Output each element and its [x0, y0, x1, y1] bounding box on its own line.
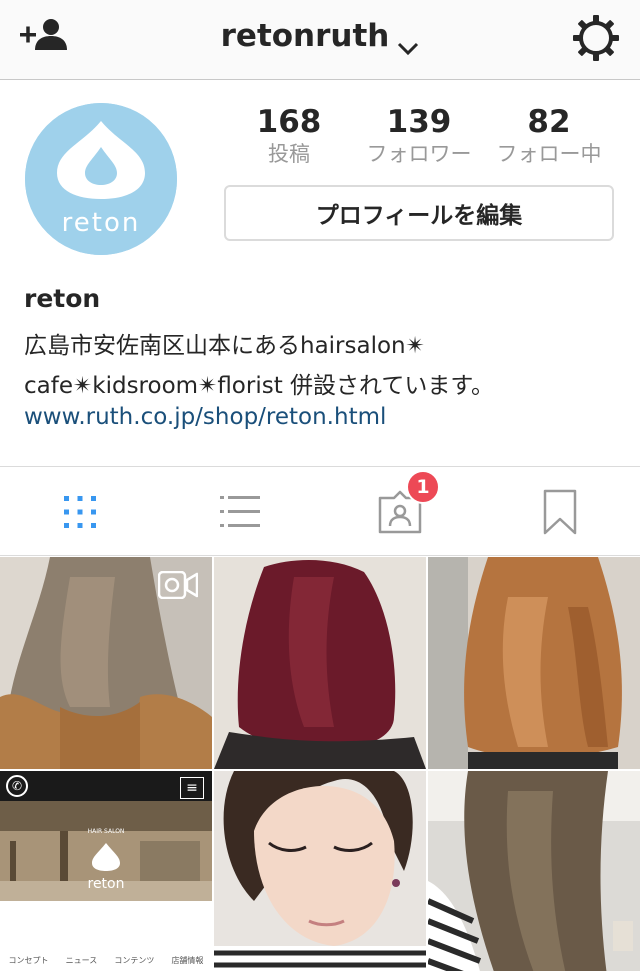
bookmark-icon	[536, 488, 584, 536]
grid-photo-5[interactable]	[214, 771, 426, 971]
grid-photo-1[interactable]	[0, 557, 212, 769]
stat-posts-count: 168	[256, 104, 322, 140]
photo-grid: HAIR SALON reton ✆ ≡ コンセプト ニュース コンテンツ 店舗…	[0, 557, 640, 971]
web-nav-item: 店舗情報	[171, 956, 204, 965]
web-nav-item: コンセプト	[8, 956, 49, 965]
stat-posts[interactable]: 168 投稿	[224, 104, 354, 168]
stat-posts-label: 投稿	[268, 142, 310, 166]
notification-badge: 1	[406, 470, 440, 504]
web-logo-text: reton	[88, 876, 125, 892]
profile-tab-bar: 1	[0, 466, 640, 556]
web-nav-item: ニュース	[65, 956, 98, 965]
stat-following-label: フォロー中	[496, 142, 602, 166]
list-icon	[216, 488, 264, 536]
website-link[interactable]: www.ruth.co.jp/shop/reton.html	[24, 404, 386, 430]
grid-photo-6[interactable]	[428, 771, 640, 971]
username-label: retonruth	[220, 18, 390, 54]
tab-saved[interactable]	[480, 467, 640, 557]
tagged-photos-icon: 1	[376, 470, 440, 536]
stat-following[interactable]: 82 フォロー中	[484, 104, 614, 168]
gear-icon[interactable]	[572, 14, 620, 62]
tab-list-view[interactable]	[160, 467, 320, 557]
avatar-logo-text: reton	[62, 208, 141, 238]
bio-text-line-1: 広島市安佐南区山本にあるhairsalon✴︎	[24, 333, 425, 359]
grid-photo-3[interactable]	[428, 557, 640, 769]
edit-profile-button[interactable]: プロフィールを編集	[224, 185, 614, 241]
profile-stats: 168 投稿 139 フォロワー 82 フォロー中	[224, 104, 614, 170]
hamburger-menu-icon: ≡	[180, 777, 204, 799]
tab-grid-view[interactable]	[0, 467, 160, 557]
grid-icon	[56, 488, 104, 536]
video-camera-icon	[158, 571, 198, 599]
profile-username-dropdown[interactable]: retonruth	[0, 18, 640, 55]
web-heading-text: HAIR SALON	[88, 828, 125, 835]
profile-avatar[interactable]: reton	[25, 103, 177, 255]
phone-icon: ✆	[6, 775, 28, 797]
stat-followers-label: フォロワー	[366, 142, 472, 166]
grid-photo-4-website[interactable]: HAIR SALON reton ✆ ≡ コンセプト ニュース コンテンツ 店舗…	[0, 771, 212, 971]
tab-tagged-photos[interactable]: 1	[320, 467, 480, 557]
chevron-down-icon	[397, 28, 419, 55]
stat-followers-count: 139	[386, 104, 452, 140]
bio-text-line-2: cafe✴︎kidsroom✴︎florist 併設されています。	[24, 373, 495, 399]
grid-photo-2[interactable]	[214, 557, 426, 769]
top-navbar: retonruth	[0, 0, 640, 80]
web-nav-item: コンテンツ	[114, 956, 155, 965]
stat-following-count: 82	[527, 104, 571, 140]
web-nav-menu: コンセプト ニュース コンテンツ 店舗情報	[0, 955, 212, 966]
stat-followers[interactable]: 139 フォロワー	[354, 104, 484, 168]
profile-name: reton	[24, 284, 101, 313]
